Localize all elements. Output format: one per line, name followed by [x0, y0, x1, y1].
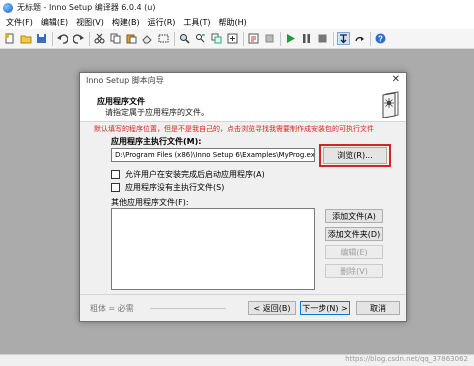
compile-icon[interactable]	[247, 32, 260, 45]
toolbar-separator	[52, 31, 53, 46]
status-bar: https://blog.csdn.net/qq_37863062	[0, 354, 474, 366]
page-title: 应用程序文件	[97, 97, 145, 106]
undo-icon[interactable]	[56, 32, 69, 45]
menu-build[interactable]: 构建(B)	[108, 17, 144, 28]
browse-button[interactable]: 浏览(R)...	[323, 147, 387, 164]
pause-icon[interactable]	[300, 32, 313, 45]
menu-help[interactable]: 帮助(H)	[215, 17, 251, 28]
toolbar-separator	[333, 31, 334, 46]
redo-icon[interactable]	[72, 32, 85, 45]
find-icon[interactable]	[178, 32, 191, 45]
menu-tools[interactable]: 工具(T)	[179, 17, 214, 28]
back-button[interactable]: < 返回(B)	[248, 301, 296, 315]
other-files-list[interactable]	[111, 208, 315, 290]
annotation-note: 默认填写的程序位置，但是不是我自己的，点击浏览寻找我需要制作成安装包的可执行文件	[94, 125, 374, 133]
wizard-footer: 粗体 = 必需 < 返回(B) 下一步(N) > 取消	[80, 295, 406, 321]
no-main-exe-checkbox[interactable]: 应用程序没有主执行文件(S)	[111, 181, 224, 193]
menu-edit[interactable]: 编辑(E)	[37, 17, 72, 28]
other-files-label: 其他应用程序文件(F):	[111, 198, 189, 207]
wizard-body: 默认填写的程序位置，但是不是我自己的，点击浏览寻找我需要制作成安装包的可执行文件…	[80, 122, 406, 294]
edit-button[interactable]: 编辑(E)	[325, 245, 383, 259]
zoom-icon[interactable]	[226, 32, 239, 45]
page-subtitle: 请指定属于应用程序的文件。	[105, 108, 209, 117]
script-wizard-dialog: Inno Setup 脚本向导 ✕ 应用程序文件 请指定属于应用程序的文件。 默…	[79, 72, 407, 322]
launch-after-install-checkbox[interactable]: 允许用户在安装完成后启动应用程序(A)	[111, 168, 265, 180]
select-all-icon[interactable]	[157, 32, 170, 45]
toolbar: ?	[0, 29, 474, 49]
next-button[interactable]: 下一步(N) >	[300, 301, 350, 315]
open-icon[interactable]	[19, 32, 32, 45]
window-title: 无标题 - Inno Setup 编译器 6.0.4 (u)	[17, 3, 156, 12]
delete-icon[interactable]	[141, 32, 154, 45]
checkbox-label: 应用程序没有主执行文件(S)	[125, 182, 225, 192]
watermark-text: https://blog.csdn.net/qq_37863062	[345, 355, 468, 363]
main-exe-label: 应用程序主执行文件(M):	[111, 137, 202, 146]
save-icon[interactable]	[35, 32, 48, 45]
window-titlebar: 无标题 - Inno Setup 编译器 6.0.4 (u)	[0, 0, 474, 15]
menubar: 文件(F) 编辑(E) 视图(V) 构建(B) 运行(R) 工具(T) 帮助(H…	[0, 15, 474, 29]
wizard-header: 应用程序文件 请指定属于应用程序的文件。	[80, 87, 406, 121]
paste-icon[interactable]	[125, 32, 138, 45]
add-folder-button[interactable]: 添加文件夹(D)	[325, 227, 383, 241]
stop-compile-icon[interactable]	[263, 32, 276, 45]
checkbox-label: 允许用户在安装完成后启动应用程序(A)	[125, 169, 265, 179]
stop-icon[interactable]	[316, 32, 329, 45]
checkbox-box[interactable]	[111, 182, 120, 192]
cancel-button[interactable]: 取消	[356, 301, 400, 315]
menu-file[interactable]: 文件(F)	[2, 17, 37, 28]
toolbar-separator	[89, 31, 90, 46]
help-icon[interactable]: ?	[374, 32, 387, 45]
step-into-icon[interactable]	[337, 32, 350, 45]
step-over-icon[interactable]	[353, 32, 366, 45]
run-icon[interactable]	[284, 32, 297, 45]
toolbar-separator	[370, 31, 371, 46]
menu-run[interactable]: 运行(R)	[144, 17, 180, 28]
toolbar-separator	[280, 31, 281, 46]
bold-required-legend: 粗体 = 必需	[90, 304, 134, 313]
toolbar-separator	[243, 31, 244, 46]
new-file-icon[interactable]	[3, 32, 16, 45]
add-files-button[interactable]: 添加文件(A)	[325, 209, 383, 223]
dialog-titlebar: Inno Setup 脚本向导	[80, 73, 406, 87]
remove-button[interactable]: 删除(V)	[325, 264, 383, 278]
footer-groove	[150, 308, 226, 309]
close-icon[interactable]: ✕	[392, 74, 400, 85]
wizard-disk-icon	[382, 91, 399, 118]
menu-view[interactable]: 视图(V)	[72, 17, 108, 28]
toolbar-separator	[174, 31, 175, 46]
replace-icon[interactable]	[210, 32, 223, 45]
svg-text:?: ?	[378, 35, 383, 44]
main-exe-input[interactable]: D:\Program Files (x86)\Inno Setup 6\Exam…	[111, 148, 315, 162]
find-next-icon[interactable]	[194, 32, 207, 45]
checkbox-box[interactable]	[111, 169, 120, 179]
dialog-title: Inno Setup 脚本向导	[86, 75, 164, 85]
copy-icon[interactable]	[109, 32, 122, 45]
inno-setup-app-icon	[3, 2, 13, 13]
cut-icon[interactable]	[93, 32, 106, 45]
